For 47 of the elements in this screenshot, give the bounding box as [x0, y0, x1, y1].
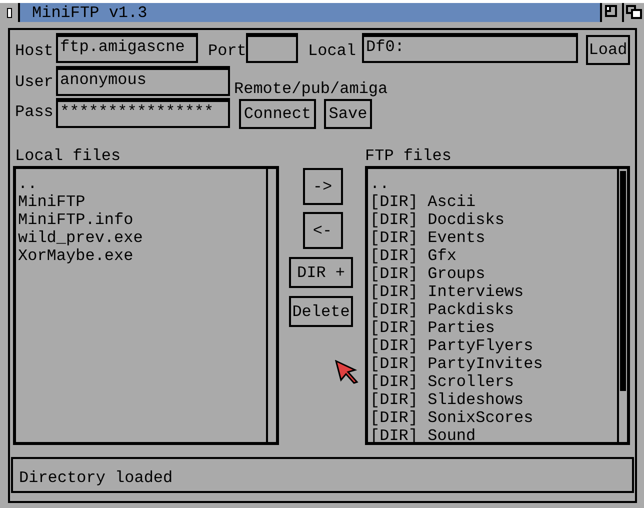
local-field[interactable]: Df0:: [362, 33, 578, 63]
window-title: MiniFTP v1.3: [32, 4, 148, 22]
field-label: Pass: [15, 102, 54, 123]
file-list-item[interactable]: [DIR] SonixScores: [370, 409, 617, 427]
file-list-item[interactable]: [DIR] Groups: [370, 265, 617, 283]
delete-button[interactable]: Delete: [289, 296, 353, 327]
pointer-icon: [335, 360, 359, 384]
zoom-gadget[interactable]: [600, 3, 622, 22]
file-list-item[interactable]: [DIR] Packdisks: [370, 301, 617, 319]
file-list-item[interactable]: [DIR] Interviews: [370, 283, 617, 301]
section-label: Local files: [15, 146, 122, 166]
file-list-item[interactable]: ..: [370, 175, 617, 193]
file-list-item[interactable]: ..: [18, 175, 266, 193]
file-list-item[interactable]: MiniFTP: [18, 193, 266, 211]
file-list-item[interactable]: MiniFTP.info: [18, 211, 266, 229]
new-dir-button[interactable]: DIR +: [289, 257, 353, 288]
download-button[interactable]: <-: [302, 212, 342, 249]
file-list-item[interactable]: [DIR] Scrollers: [370, 373, 617, 391]
depth-gadget[interactable]: [622, 3, 644, 22]
file-list-item[interactable]: XorMaybe.exe: [18, 247, 266, 265]
file-list-item[interactable]: wild_prev.exe: [18, 229, 266, 247]
section-label: FTP files: [365, 146, 452, 166]
field-label: Remote: [234, 79, 292, 100]
scrollbar[interactable]: [617, 169, 627, 442]
file-list-item[interactable]: [DIR] Gfx: [370, 247, 617, 265]
file-list-item[interactable]: [DIR] Parties: [370, 319, 617, 337]
close-gadget[interactable]: [0, 3, 20, 22]
file-list-item[interactable]: [DIR] Events: [370, 229, 617, 247]
upload-button[interactable]: ->: [302, 168, 342, 205]
load-button[interactable]: Load: [586, 35, 630, 65]
field-label: User: [15, 72, 54, 93]
file-list-item[interactable]: [DIR] Docdisks: [370, 211, 617, 229]
save-button[interactable]: Save: [324, 99, 372, 129]
user-field[interactable]: anonymous: [56, 66, 230, 96]
host-field[interactable]: ftp.amigascne: [56, 33, 198, 63]
remote-path: /pub/amiga: [292, 79, 388, 100]
file-list-item[interactable]: [DIR] Slideshows: [370, 391, 617, 409]
connect-button[interactable]: Connect: [239, 99, 316, 129]
file-list-item[interactable]: [DIR] PartyFlyers: [370, 337, 617, 355]
field-label: Local: [308, 41, 358, 62]
field-label: Host: [15, 41, 54, 62]
field-label: Port: [208, 41, 246, 62]
status-text: Directory loaded: [19, 468, 173, 489]
file-list-item[interactable]: [DIR] Ascii: [370, 193, 617, 211]
port-field[interactable]: [246, 33, 298, 63]
file-list-item[interactable]: [DIR] PartyInvites: [370, 355, 617, 373]
password-field[interactable]: ****************: [56, 98, 230, 128]
